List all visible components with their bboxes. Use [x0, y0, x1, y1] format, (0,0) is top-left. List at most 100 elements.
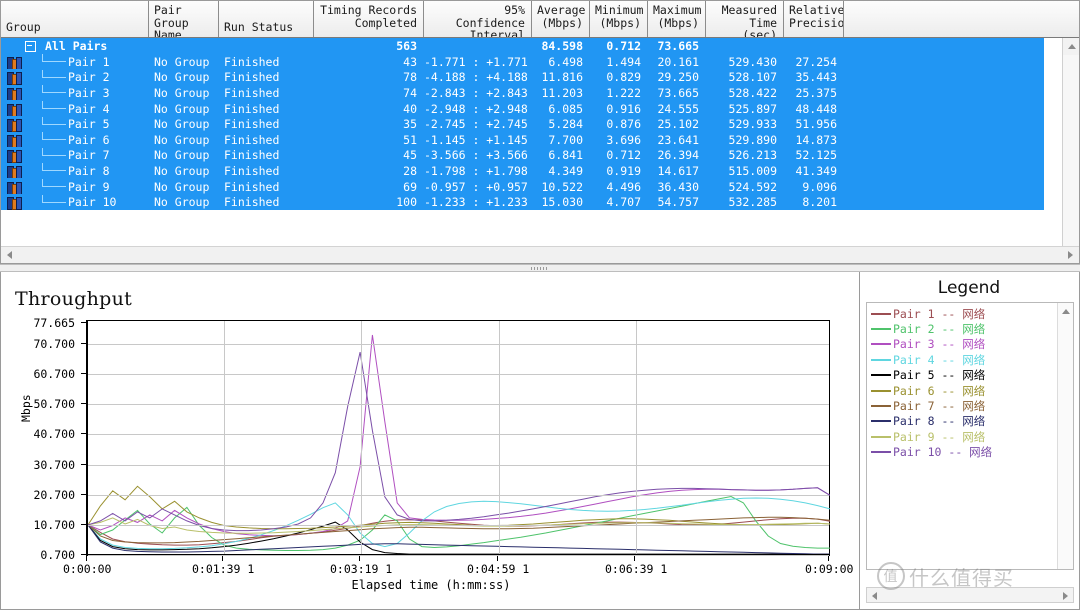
column-header-1[interactable]: Pair Group Name	[149, 1, 219, 37]
chart-y-tick-label: 40.700	[33, 427, 75, 441]
cell-measured_time: 525.897	[728, 101, 777, 116]
pair-name-cell[interactable]: Pair 2	[1, 69, 149, 85]
pair-label: Pair 9	[68, 179, 110, 194]
legend-item[interactable]: Pair 7 -- 网络	[871, 398, 1039, 413]
cell-measured_time: 526.213	[728, 148, 777, 163]
cell-maximum: 25.102	[657, 117, 699, 132]
chart-x-tick	[359, 556, 360, 561]
legend-label: Pair 2	[893, 322, 942, 337]
column-header-2[interactable]: Run Status	[219, 1, 314, 37]
legend-item[interactable]: Pair 6 -- 网络	[871, 383, 1039, 398]
scroll-left-icon[interactable]	[1, 247, 18, 263]
cell-minimum: 1.494	[606, 54, 641, 69]
pair-name-cell[interactable]: Pair 4	[1, 101, 149, 117]
column-header-3[interactable]: Timing Records Completed	[314, 1, 424, 37]
legend-item[interactable]: Pair 1 -- 网络	[871, 306, 1039, 321]
cell-pair_group_name: No Group	[154, 101, 210, 116]
legend-separator: --	[941, 414, 963, 429]
legend-network-label: 网络	[962, 368, 986, 383]
legend-separator: --	[941, 429, 963, 444]
table-row[interactable]: Pair 9 No Group Finished 69 -0.957 : +0.957 1…	[1, 178, 1044, 195]
legend-item[interactable]: Pair 8 -- 网络	[871, 414, 1039, 429]
column-header-4[interactable]: 95% Confidence Interval	[424, 1, 532, 37]
chart-x-axis-title: Elapsed time (h:mm:ss)	[351, 578, 511, 592]
table-row[interactable]: Pair 3 No Group Finished 74 -2.843 : +2.843 1…	[1, 85, 1044, 101]
column-header-filler	[844, 1, 1079, 37]
cell-average: 6.498	[548, 54, 583, 69]
legend-pane: Legend Pair 1 -- 网络 Pair 2 -- 网络 Pair 3 --…	[860, 272, 1080, 610]
pair-label: Pair 7	[68, 148, 110, 163]
legend-item[interactable]: Pair 2 -- 网络	[871, 321, 1039, 336]
pair-name-cell[interactable]: Pair 9	[1, 179, 149, 195]
column-header-5[interactable]: Average (Mbps)	[532, 1, 590, 37]
table-row[interactable]: Pair 4 No Group Finished 40 -2.948 : +2.948 6…	[1, 100, 1044, 117]
cell-minimum: 4.496	[606, 179, 641, 194]
chart-series-line	[88, 516, 830, 544]
legend-label: Pair 9	[893, 429, 942, 444]
pair-name-cell[interactable]: Pair 5	[1, 116, 149, 132]
table-row[interactable]: Pair 5 No Group Finished 35 -2.745 : +2.745 5…	[1, 116, 1044, 132]
pair-name-cell[interactable]: Pair 7	[1, 147, 149, 163]
legend-scroll-up-icon[interactable]	[1058, 303, 1073, 319]
chart-y-tick	[81, 464, 86, 465]
table-row[interactable]: Pair 7 No Group Finished 45 -3.566 : +3.566 6…	[1, 147, 1044, 164]
chart-series-line	[88, 524, 830, 554]
pair-name-cell[interactable]: Pair 6	[1, 132, 149, 148]
cell-relative_precision: 27.254	[795, 54, 837, 69]
scroll-right-icon[interactable]	[1062, 247, 1079, 263]
cell-pair_group_name: No Group	[154, 148, 210, 163]
cell-run_status: Finished	[224, 101, 280, 116]
collapse-expander-icon[interactable]	[25, 41, 36, 52]
legend-network-label: 网络	[962, 399, 986, 414]
chart-gridline-h	[88, 555, 829, 556]
legend-network-label: 网络	[962, 322, 986, 337]
cell-relative_precision: 52.125	[795, 148, 837, 163]
table-row-group[interactable]: All Pairs 563 84.598 0.712 73.665	[1, 38, 1044, 54]
scroll-up-icon[interactable]	[1063, 38, 1079, 55]
table-row[interactable]: Pair 10 No Group Finished 100 -1.233 : +1.23…	[1, 194, 1044, 210]
tree-connector-icon	[20, 194, 66, 210]
legend-item[interactable]: Pair 9 -- 网络	[871, 429, 1039, 444]
legend-network-label: 网络	[962, 337, 986, 352]
pair-name-cell[interactable]: Pair 8	[1, 163, 149, 179]
legend-label: Pair 1	[893, 306, 942, 321]
cell-run_status: Finished	[224, 70, 280, 85]
chart-x-tick	[828, 556, 829, 561]
legend-item[interactable]: Pair 4 -- 网络	[871, 352, 1039, 367]
cell-average: 5.284	[548, 117, 583, 132]
pane-splitter[interactable]	[0, 264, 1080, 272]
legend-item[interactable]: Pair 3 -- 网络	[871, 337, 1039, 352]
grid-body: All Pairs 563 84.598 0.712 73.665 Pair 1 No Gr…	[1, 38, 1079, 263]
pair-name-cell[interactable]: Pair 10	[1, 194, 149, 210]
chart-title: Throughput	[15, 288, 133, 310]
chart-series-svg	[88, 334, 830, 554]
pair-name-cell[interactable]: Pair 3	[1, 85, 149, 101]
column-header-8[interactable]: Measured Time (sec)	[706, 1, 784, 37]
cell-measured_time: 528.422	[728, 85, 777, 100]
grid-horizontal-scrollbar[interactable]	[1, 246, 1079, 263]
pair-name-cell[interactable]: Pair 1	[1, 54, 149, 70]
cell-measured_time: 529.890	[728, 132, 777, 147]
cell-minimum: 0.916	[606, 101, 641, 116]
column-header-7[interactable]: Maximum (Mbps)	[648, 1, 706, 37]
table-row[interactable]: Pair 2 No Group Finished 78 -4.188 : +4.188 1…	[1, 69, 1044, 86]
table-row[interactable]: Pair 6 No Group Finished 51 -1.145 : +1.145 7…	[1, 131, 1044, 148]
column-header-6[interactable]: Minimum (Mbps)	[590, 1, 648, 37]
chart-gridline-h	[88, 525, 829, 526]
legend-network-label: 网络	[962, 352, 986, 367]
chart-plot-area	[86, 320, 830, 556]
grid-vertical-scrollbar[interactable]	[1062, 38, 1079, 263]
chart-gridline-h	[88, 404, 829, 405]
cell-pair_group_name: No Group	[154, 54, 210, 69]
chart-gridline-h	[88, 374, 829, 375]
legend-item[interactable]: Pair 10 -- 网络	[871, 445, 1039, 460]
legend-item[interactable]: Pair 5 -- 网络	[871, 368, 1039, 383]
table-row[interactable]: Pair 8 No Group Finished 28 -1.798 : +1.798 4…	[1, 163, 1044, 179]
column-header-9[interactable]: Relative Precision	[784, 1, 844, 37]
legend-vertical-scrollbar[interactable]	[1057, 303, 1073, 569]
table-row[interactable]: Pair 1 No Group Finished 43 -1.771 : +1.771 6…	[1, 54, 1044, 70]
legend-color-swatch	[871, 328, 891, 331]
group-name-cell[interactable]: All Pairs	[1, 39, 149, 53]
column-header-0[interactable]: Group	[1, 1, 149, 37]
cell-timing_records: 100	[396, 195, 417, 210]
